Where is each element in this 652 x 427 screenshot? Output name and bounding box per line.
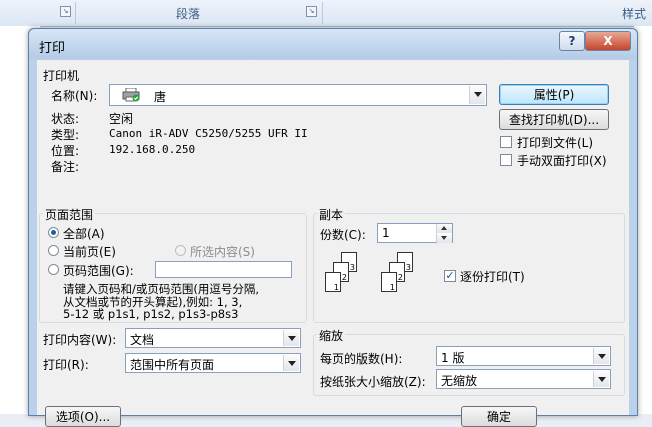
ribbon-separator [75, 2, 76, 24]
print-to-file-label[interactable]: 打印到文件(L) [517, 134, 593, 151]
ribbon-strip: ↘ 段落 ↘ 样式 [0, 0, 652, 27]
chevron-down-icon[interactable] [283, 355, 299, 371]
pages-per-sheet-select[interactable]: 1 版 [436, 346, 611, 366]
scale-label: 按纸张大小缩放(Z): [320, 375, 426, 389]
ribbon-separator [322, 2, 323, 24]
printer-name-label: 名称(N): [51, 89, 98, 103]
help-button[interactable]: ? [559, 31, 585, 51]
manual-duplex-checkbox[interactable] [500, 154, 512, 166]
comment-label: 备注: [51, 160, 80, 174]
printer-name-select[interactable]: 唐 [109, 84, 487, 106]
page-numbers-radio[interactable] [48, 264, 59, 275]
type-label: 类型: [51, 128, 80, 142]
all-pages-label[interactable]: 全部(A) [63, 225, 105, 242]
collate-checkbox[interactable]: ✓ [444, 270, 456, 282]
current-page-label[interactable]: 当前页(E) [63, 243, 116, 260]
printer-group-title: 打印机 [43, 69, 80, 83]
scale-value: 无缩放 [441, 374, 478, 388]
type-value: Canon iR-ADV C5250/5255 UFR II [109, 127, 308, 140]
copies-count-value: 1 [382, 226, 390, 240]
dialog-titlebar[interactable]: 打印 ? X [29, 29, 637, 59]
properties-button[interactable]: 属性(P) [499, 84, 609, 105]
dialog-client: 打印机 名称(N): 唐 状态: 空闲 类型: Canon iR-ADV C52… [37, 60, 629, 427]
print-dialog: 打印 ? X 打印机 名称(N): 唐 状态: 空闲 类型: Canon iR-… [28, 28, 638, 427]
page-range-title: 页面范围 [43, 206, 96, 223]
scale-select[interactable]: 无缩放 [436, 369, 611, 389]
manual-duplex-label[interactable]: 手动双面打印(X) [517, 152, 607, 169]
status-label: 状态: [51, 112, 80, 126]
selection-radio[interactable] [175, 245, 186, 256]
page-numbers-label[interactable]: 页码范围(G): [63, 262, 134, 279]
pages-per-sheet-value: 1 版 [441, 351, 465, 365]
print-value: 范围中所有页面 [130, 358, 215, 372]
chevron-down-icon[interactable] [469, 86, 485, 104]
dialog-launcher-icon[interactable]: ↘ [306, 6, 317, 17]
copies-title: 副本 [317, 206, 346, 223]
page-numbers-input[interactable] [155, 261, 292, 278]
copies-spinner[interactable] [436, 224, 452, 244]
copies-count-input[interactable]: 1 [377, 223, 453, 244]
status-value: 空闲 [109, 112, 134, 126]
print-select[interactable]: 范围中所有页面 [125, 353, 301, 373]
dialog-launcher-icon[interactable]: ↘ [60, 6, 71, 17]
copies-count-label: 份数(C): [320, 228, 366, 242]
selection-label[interactable]: 所选内容(S) [190, 243, 255, 260]
printer-name-value: 唐 [154, 90, 167, 104]
location-label: 位置: [51, 144, 80, 158]
print-what-value: 文档 [130, 333, 155, 347]
printer-icon [122, 87, 140, 102]
ok-button[interactable]: 确定 [461, 406, 537, 427]
location-value: 192.168.0.250 [109, 143, 196, 156]
all-pages-radio[interactable] [48, 227, 59, 238]
collate-label[interactable]: 逐份打印(T) [460, 268, 525, 285]
options-button[interactable]: 选项(O)... [45, 406, 121, 427]
print-label: 打印(R): [43, 358, 89, 372]
current-page-radio[interactable] [48, 245, 59, 256]
dialog-title: 打印 [39, 41, 66, 56]
spin-down-icon[interactable] [437, 234, 452, 243]
print-to-file-checkbox[interactable] [500, 136, 512, 148]
ribbon-group-paragraph: 段落 [176, 7, 201, 21]
collate-illustration-2: 3 2 1 [377, 252, 431, 300]
close-button[interactable]: X [585, 31, 631, 51]
page-range-hint-3: 5-12 或 p1s1, p1s2, p1s3-p8s3 [63, 307, 239, 321]
print-what-label: 打印内容(W): [43, 333, 117, 347]
chevron-down-icon[interactable] [593, 348, 609, 364]
find-printer-button[interactable]: 查找打印机(D)... [499, 109, 609, 130]
spin-up-icon[interactable] [437, 224, 452, 233]
pages-per-sheet-label: 每页的版数(H): [320, 352, 403, 366]
chevron-down-icon[interactable] [593, 371, 609, 387]
chevron-down-icon[interactable] [283, 330, 299, 346]
zoom-title: 缩放 [317, 327, 346, 344]
ribbon-group-styles: 样式 [622, 7, 647, 21]
collate-illustration-1: 3 2 1 [321, 252, 375, 300]
print-what-select[interactable]: 文档 [125, 328, 301, 348]
